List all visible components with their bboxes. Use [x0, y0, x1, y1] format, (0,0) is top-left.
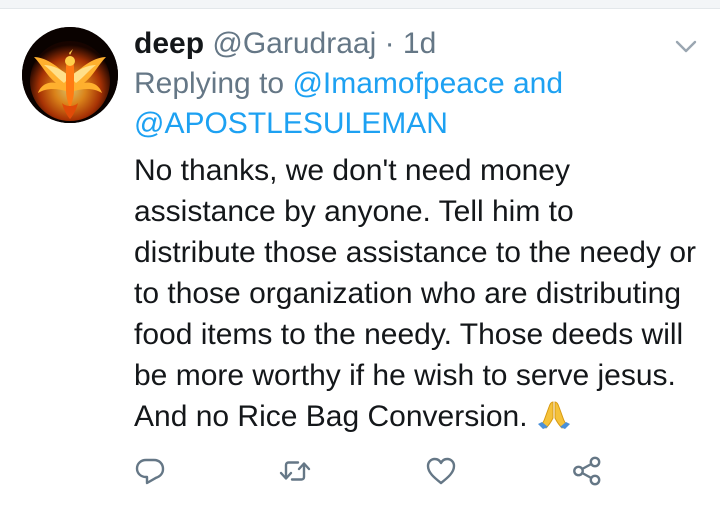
- heart-icon: [426, 457, 456, 485]
- folded-hands-emoji-icon: [534, 398, 574, 430]
- separator: ·: [384, 27, 395, 60]
- tweet-body: No thanks, we don't need money assistanc…: [134, 154, 697, 433]
- share-icon: [573, 456, 601, 486]
- chevron-down-icon: [675, 40, 697, 53]
- avatar[interactable]: [22, 27, 118, 123]
- retweet-button[interactable]: [278, 454, 312, 488]
- top-divider: [0, 0, 720, 9]
- tweet-text: No thanks, we don't need money assistanc…: [134, 150, 709, 437]
- tweet-actions: [0, 446, 720, 496]
- mention-link[interactable]: @APOSTLESULEMAN: [134, 107, 448, 140]
- retweet-icon: [279, 461, 311, 481]
- reply-button[interactable]: [133, 454, 167, 488]
- display-name[interactable]: deep: [134, 27, 204, 60]
- tweet-menu-button[interactable]: [668, 34, 704, 58]
- reply-conjunction[interactable]: and: [513, 67, 563, 100]
- like-button[interactable]: [424, 454, 458, 488]
- mention-link[interactable]: @Imamofpeace: [292, 67, 504, 100]
- tweet-header: deep @Garudraaj · 1d: [134, 24, 436, 64]
- share-button[interactable]: [570, 454, 604, 488]
- reply-icon: [135, 458, 165, 485]
- timestamp[interactable]: 1d: [403, 27, 436, 60]
- replying-to: Replying to @Imamofpeace and @APOSTLESUL…: [134, 64, 704, 144]
- replying-prefix: Replying to: [134, 67, 285, 100]
- phoenix-avatar-icon: [22, 27, 118, 123]
- user-handle[interactable]: @Garudraaj: [212, 27, 376, 60]
